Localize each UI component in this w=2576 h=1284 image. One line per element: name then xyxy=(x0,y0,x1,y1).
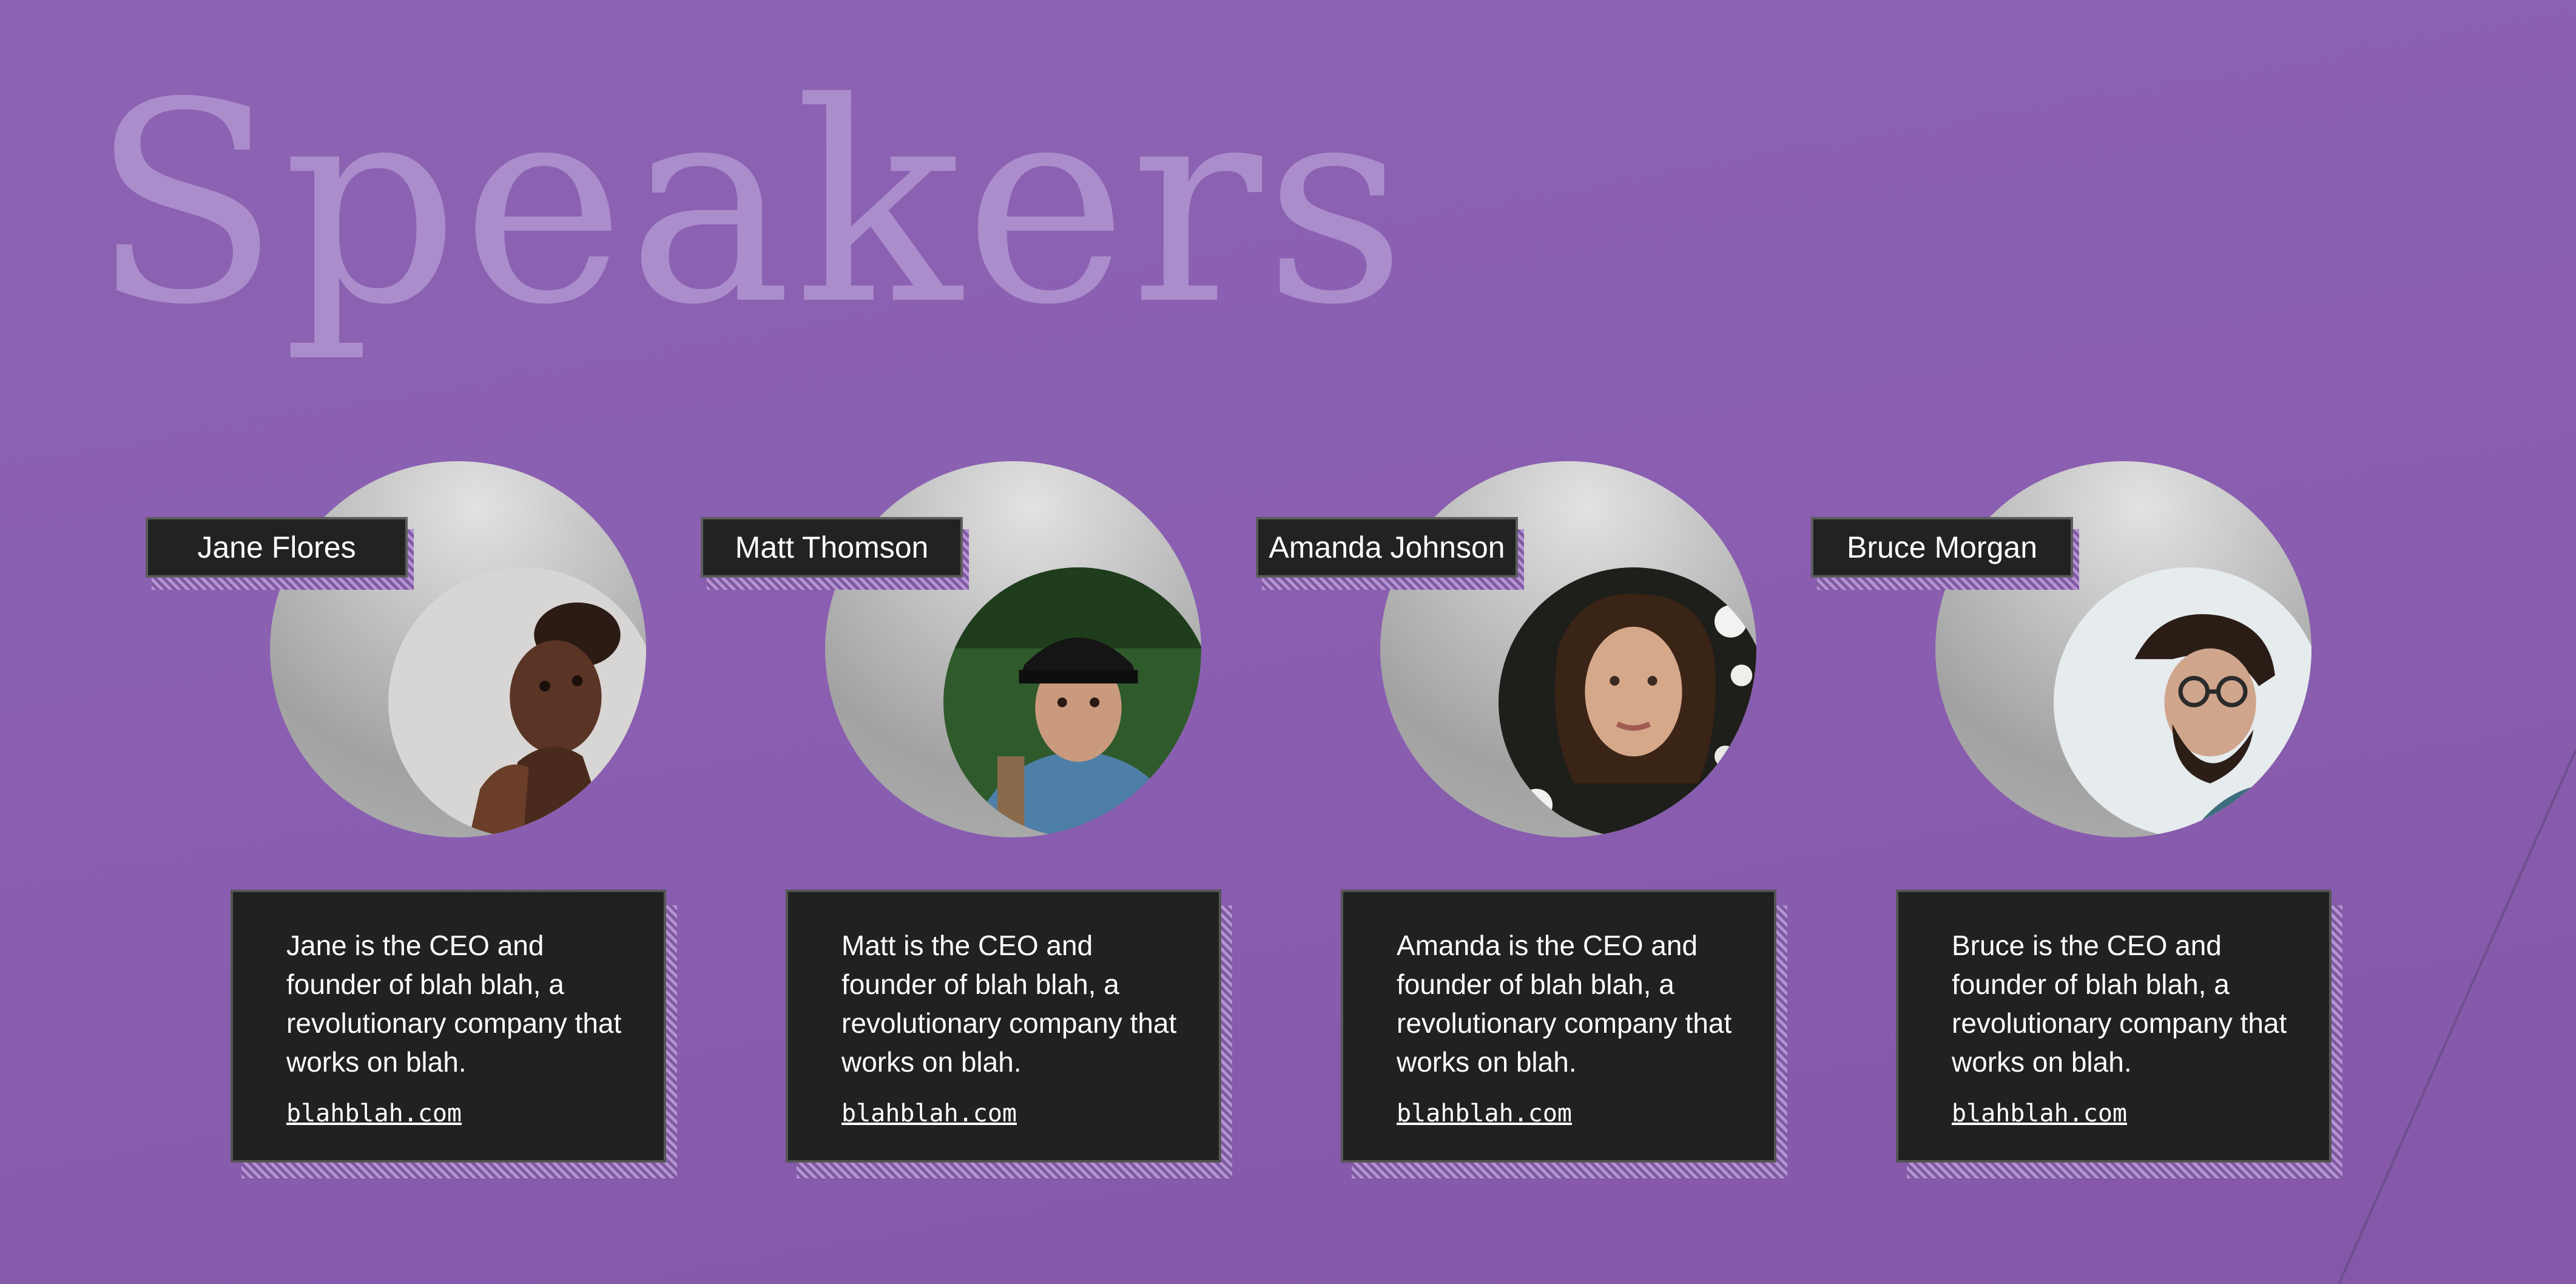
speaker-photo xyxy=(388,567,646,837)
portrait-woman-icon xyxy=(388,567,646,837)
bio-card-body: Amanda is the CEO and founder of blah bl… xyxy=(1341,890,1776,1163)
speaker-bio: Bruce is the CEO and founder of blah bla… xyxy=(1952,930,2287,1078)
name-tag: Bruce Morgan xyxy=(1811,517,2079,590)
speakers-section: Jane Flores Jane is the CEO and founder … xyxy=(0,0,2576,1284)
speaker-name: Jane Flores xyxy=(146,517,408,578)
speaker-card-bruce-morgan: Bruce Morgan Bruce is the CEO and founde… xyxy=(1811,461,2357,1189)
speaker-photo xyxy=(943,567,1201,837)
speaker-bio: Jane is the CEO and founder of blah blah… xyxy=(286,930,622,1078)
name-tag: Jane Flores xyxy=(146,517,414,590)
speaker-card-matt-thomson: Matt Thomson Matt is the CEO and founder… xyxy=(701,461,1247,1189)
speaker-name: Bruce Morgan xyxy=(1811,517,2073,578)
speaker-website-link[interactable]: blahblah.com xyxy=(841,1100,1017,1127)
speaker-card-jane-flores: Jane Flores Jane is the CEO and founder … xyxy=(146,461,692,1189)
bio-card-body: Jane is the CEO and founder of blah blah… xyxy=(231,890,666,1163)
bio-card: Jane is the CEO and founder of blah blah… xyxy=(231,890,677,1178)
speaker-bio: Amanda is the CEO and founder of blah bl… xyxy=(1397,930,1732,1078)
name-tag: Matt Thomson xyxy=(701,517,969,590)
speaker-name: Amanda Johnson xyxy=(1256,517,1518,578)
speaker-website-link[interactable]: blahblah.com xyxy=(286,1100,462,1127)
bio-card-body: Bruce is the CEO and founder of blah bla… xyxy=(1896,890,2332,1163)
bio-card-body: Matt is the CEO and founder of blah blah… xyxy=(786,890,1221,1163)
portrait-woman-flowers-icon xyxy=(1499,567,1756,837)
speaker-website-link[interactable]: blahblah.com xyxy=(1397,1100,1572,1127)
speaker-bio: Matt is the CEO and founder of blah blah… xyxy=(841,930,1177,1078)
speaker-photo xyxy=(1499,567,1756,837)
name-tag: Amanda Johnson xyxy=(1256,517,1524,590)
portrait-man-cap-icon xyxy=(943,567,1201,837)
speaker-website-link[interactable]: blahblah.com xyxy=(1952,1100,2127,1127)
bio-card: Amanda is the CEO and founder of blah bl… xyxy=(1341,890,1787,1178)
bio-card: Matt is the CEO and founder of blah blah… xyxy=(786,890,1232,1178)
speaker-name: Matt Thomson xyxy=(701,517,963,578)
portrait-man-glasses-icon xyxy=(2054,567,2311,837)
speaker-photo xyxy=(2054,567,2311,837)
bio-card: Bruce is the CEO and founder of blah bla… xyxy=(1896,890,2342,1178)
speaker-card-amanda-johnson: Amanda Johnson Amanda is the CEO and fou… xyxy=(1256,461,1802,1189)
